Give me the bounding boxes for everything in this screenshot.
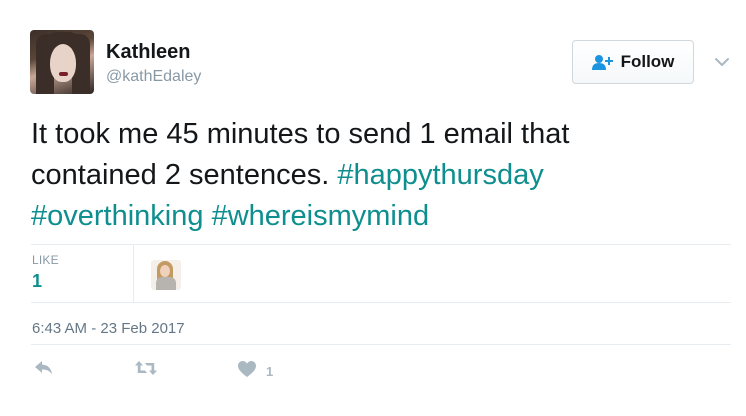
tweet-text-segment: It took me 45 minutes to send 1 email th…	[31, 118, 570, 150]
tweet-text-line: #overthinking #whereismymind	[31, 196, 731, 237]
tweet-text-line: It took me 45 minutes to send 1 email th…	[31, 114, 731, 155]
reply-icon	[34, 360, 54, 381]
tweet-text: It took me 45 minutes to send 1 email th…	[31, 114, 731, 237]
like-button[interactable]: 1	[237, 360, 273, 383]
follow-button-label: Follow	[620, 52, 675, 71]
tweet-text-segment	[204, 200, 212, 232]
retweet-icon	[134, 360, 158, 381]
likes-label: LIKE	[32, 253, 59, 267]
divider	[31, 244, 731, 245]
tweet-text-segment: contained 2 sentences.	[31, 159, 338, 191]
heart-icon	[237, 360, 257, 383]
likes-count[interactable]: 1	[32, 271, 42, 292]
hashtag-link[interactable]: #happythursday	[337, 159, 543, 191]
reply-button[interactable]	[34, 360, 54, 381]
author-handle[interactable]: @kathEdaley	[106, 68, 201, 86]
hashtag-link[interactable]: #overthinking	[31, 200, 204, 232]
tweet-timestamp[interactable]: 6:43 AM - 23 Feb 2017	[32, 320, 185, 337]
chevron-down-icon[interactable]	[714, 54, 730, 70]
follow-button[interactable]: Follow	[572, 40, 694, 84]
add-user-icon	[591, 54, 614, 70]
author-name[interactable]: Kathleen	[106, 41, 190, 64]
divider	[31, 302, 731, 303]
like-count: 1	[266, 364, 274, 379]
retweet-button[interactable]	[134, 360, 158, 381]
hashtag-link[interactable]: #whereismymind	[212, 200, 430, 232]
tweet-text-line: contained 2 sentences. #happythursday	[31, 155, 731, 196]
liker-avatar[interactable]	[151, 260, 181, 290]
divider	[31, 344, 731, 345]
author-avatar[interactable]	[30, 30, 94, 94]
divider	[133, 245, 134, 302]
